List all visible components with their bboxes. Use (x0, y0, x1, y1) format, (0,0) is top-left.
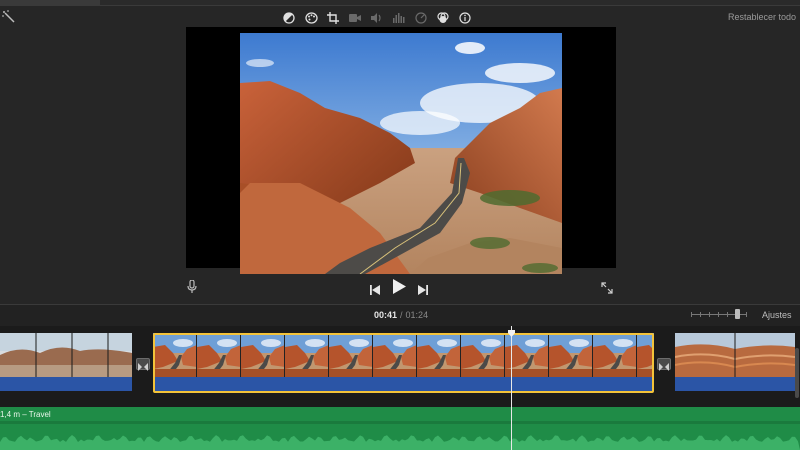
clip-thumbnails (0, 333, 132, 377)
zoom-tick (700, 312, 701, 317)
background-music-track[interactable]: 1,4 m – Travel (0, 407, 800, 450)
info-icon[interactable] (454, 9, 476, 27)
palette-icon[interactable] (300, 9, 322, 27)
skip-back-icon[interactable] (370, 282, 380, 300)
total-time: 01:24 (405, 310, 429, 320)
zoom-tick (746, 312, 747, 317)
transition-icon[interactable] (657, 358, 671, 371)
stabilization-icon[interactable] (344, 9, 366, 27)
vertical-scrollbar[interactable] (795, 348, 799, 398)
zoom-slider[interactable] (691, 309, 747, 319)
adjustments-button[interactable]: Ajustes (762, 310, 792, 320)
zoom-tick (709, 312, 710, 317)
volume-icon[interactable] (366, 9, 388, 27)
zoom-slider-knob[interactable] (735, 309, 740, 319)
clip-thumbnails (675, 333, 795, 377)
preview-frame-image (240, 33, 562, 274)
adjustment-toolbar (278, 9, 476, 27)
clip-audio-track (0, 377, 132, 391)
skip-forward-icon[interactable] (418, 282, 428, 300)
color-balance-icon[interactable] (278, 9, 300, 27)
reset-all-button[interactable]: Restablecer todo (728, 12, 796, 22)
magic-wand-icon[interactable] (2, 10, 16, 24)
transition-icon[interactable] (136, 358, 150, 371)
microphone-icon[interactable] (187, 279, 197, 299)
playback-controls (0, 276, 800, 302)
zoom-tick (718, 312, 719, 317)
fullscreen-icon[interactable] (601, 281, 613, 299)
play-icon[interactable] (393, 279, 406, 299)
video-clip[interactable] (0, 333, 132, 393)
clip-filter-icon[interactable] (432, 9, 454, 27)
zoom-tick (691, 312, 692, 317)
selected-video-clip[interactable] (153, 333, 654, 393)
clip-selection-border (153, 333, 654, 393)
crop-icon[interactable] (322, 9, 344, 27)
timeline-header: 00:41/01:24 Ajustes (0, 305, 800, 326)
current-time: 00:41 (374, 310, 398, 320)
timeline: 1,4 m – Travel (0, 326, 800, 450)
time-separator: / (400, 310, 403, 320)
clip-audio-track (675, 377, 795, 391)
timecode-display: 00:41/01:24 (374, 310, 428, 320)
noise-reduction-icon[interactable] (388, 9, 410, 27)
playhead-handle[interactable] (508, 324, 515, 342)
speed-icon[interactable] (410, 9, 432, 27)
playhead-line[interactable] (511, 326, 512, 450)
zoom-tick (727, 312, 728, 317)
video-clip[interactable] (675, 333, 795, 393)
